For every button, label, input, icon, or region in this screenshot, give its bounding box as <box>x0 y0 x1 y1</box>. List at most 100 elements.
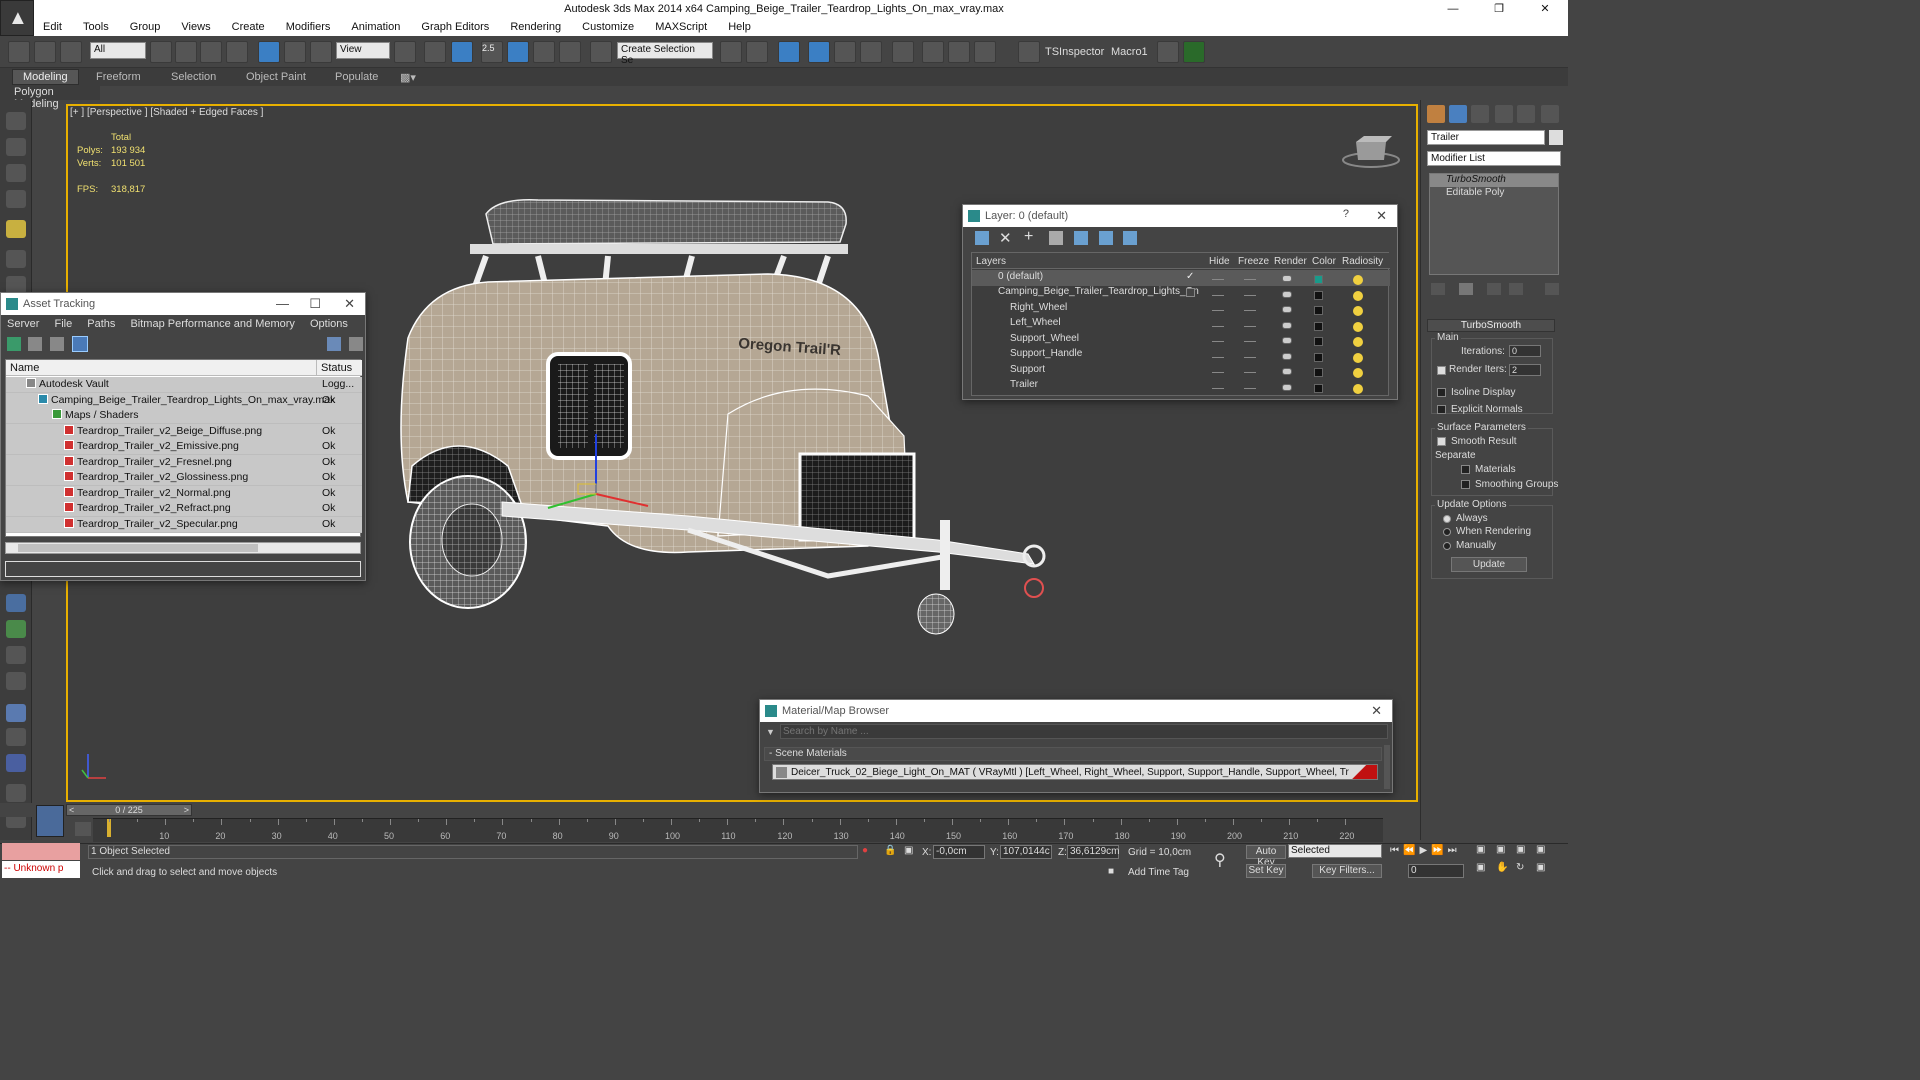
select-object-icon[interactable] <box>150 41 172 63</box>
zoom-extents-all-icon[interactable]: ▣ <box>1536 844 1545 855</box>
hierarchy-tab-icon[interactable] <box>1471 105 1489 123</box>
material-scrollbar[interactable] <box>1384 745 1390 789</box>
pan-icon[interactable]: ✋ <box>1496 862 1508 873</box>
material-browser-titlebar[interactable]: Material/Map Browser ✕ <box>760 700 1392 722</box>
asset-menu-paths[interactable]: Paths <box>81 315 121 330</box>
hide-toggle[interactable] <box>1212 325 1224 327</box>
minimize-icon[interactable]: — <box>276 296 289 311</box>
asset-menu-options[interactable]: Options <box>304 315 354 330</box>
zoom-icon[interactable]: ▣ <box>1476 844 1485 855</box>
modifier-list-dropdown[interactable]: Modifier List <box>1427 151 1561 166</box>
column-status[interactable]: Status <box>316 360 362 376</box>
layer-color-swatch[interactable] <box>1314 321 1323 331</box>
smoothing-groups-checkbox[interactable] <box>1461 480 1470 489</box>
cameras-icon[interactable] <box>6 190 26 208</box>
layer-color-swatch[interactable] <box>1314 275 1323 284</box>
hide-toggle[interactable] <box>1212 279 1224 280</box>
table-row[interactable]: Camping_Beige_Trailer_Teardrop_Lights_On… <box>6 393 362 409</box>
hide-all-icon[interactable] <box>1099 231 1113 245</box>
reference-coordinate-dropdown[interactable]: View <box>336 42 390 59</box>
hide-toggle[interactable] <box>1212 372 1224 373</box>
polygon-modeling-panel[interactable]: Polygon Modeling <box>0 86 100 110</box>
pin-stack-icon[interactable] <box>1431 283 1445 295</box>
tsinspector-icon[interactable] <box>1018 41 1040 63</box>
slider-prev-icon[interactable]: < <box>69 805 74 815</box>
table-view-icon[interactable] <box>50 337 64 351</box>
hide-toggle[interactable] <box>1212 310 1224 311</box>
current-frame-field[interactable]: 0 <box>1408 864 1464 878</box>
keyboard-shortcut-icon[interactable] <box>451 41 473 63</box>
material-item[interactable]: Deicer_Truck_02_Biege_Light_On_MAT ( VRa… <box>772 764 1378 780</box>
object-name-field[interactable]: Trailer <box>1427 130 1545 145</box>
manipulate-icon[interactable] <box>424 41 446 63</box>
horizontal-scrollbar[interactable] <box>5 542 361 554</box>
ribbon-options-icon[interactable]: ▩▾ <box>400 71 416 84</box>
shapes-icon[interactable] <box>6 138 26 156</box>
render-teapot-icon[interactable] <box>1282 352 1292 360</box>
close-icon[interactable]: ✕ <box>344 296 355 312</box>
table-row[interactable]: Teardrop_Trailer_v2_Refract.png Ok <box>6 501 362 517</box>
z-coordinate-field[interactable]: 36,6129cm <box>1067 845 1119 859</box>
tools-icon[interactable] <box>6 728 26 746</box>
menu-edit[interactable]: Edit <box>34 19 71 35</box>
create-layer-icon[interactable] <box>975 231 989 245</box>
menu-help[interactable]: Help <box>719 19 760 35</box>
settings-icon[interactable] <box>349 337 363 351</box>
modify-tab-icon[interactable] <box>1449 105 1467 123</box>
asset-tracking-titlebar[interactable]: Asset Tracking — ☐ ✕ <box>1 293 365 315</box>
viewport-label[interactable]: [+ ] [Perspective ] [Shaded + Edged Face… <box>70 107 263 118</box>
stack-item-turbosmooth[interactable]: TurboSmooth <box>1430 174 1558 187</box>
next-frame-icon[interactable]: ⏩ <box>1431 845 1443 859</box>
grid-view-icon[interactable] <box>72 336 88 352</box>
maxscript-listener[interactable] <box>2 843 80 860</box>
table-row[interactable]: Teardrop_Trailer_v2_Glossiness.png Ok <box>6 470 362 486</box>
delete-layer-icon[interactable]: ✕ <box>999 229 1012 247</box>
table-row[interactable]: Autodesk Vault Logg... <box>6 377 362 393</box>
key-icon[interactable]: ⚲ <box>1214 850 1226 870</box>
isoline-checkbox[interactable] <box>1437 388 1446 397</box>
tab-modeling[interactable]: Modeling <box>12 69 79 85</box>
table-row[interactable]: Teardrop_Trailer_v2_Normal.png Ok <box>6 486 362 502</box>
previous-frame-icon[interactable]: ⏪ <box>1403 845 1415 859</box>
render-teapot-icon[interactable] <box>1282 337 1292 344</box>
teapot-icon[interactable] <box>6 112 26 130</box>
gear-icon[interactable] <box>6 594 26 612</box>
select-scale-icon[interactable] <box>310 41 332 63</box>
tsinspector-label[interactable]: TSInspector <box>1045 46 1104 58</box>
spacewarps-icon[interactable] <box>6 250 26 268</box>
hide-toggle[interactable] <box>1212 387 1224 389</box>
add-time-tag[interactable]: Add Time Tag <box>1128 867 1189 878</box>
render-teapot-icon[interactable] <box>1282 275 1292 282</box>
menu-graph-editors[interactable]: Graph Editors <box>412 19 498 35</box>
hide-toggle[interactable] <box>1212 294 1224 296</box>
column-hide[interactable]: Hide <box>1209 256 1230 267</box>
named-selection-dropdown[interactable]: Create Selection Se <box>617 42 713 66</box>
layer-manager-titlebar[interactable]: Layer: 0 (default) ? ✕ <box>963 205 1397 227</box>
tab-selection[interactable]: Selection <box>171 71 216 83</box>
go-to-start-icon[interactable]: ⏮ <box>1390 845 1399 859</box>
render-iters-checkbox[interactable] <box>1437 366 1446 375</box>
display-tab-icon[interactable] <box>1517 105 1535 123</box>
radiosity-light-icon[interactable] <box>1353 306 1363 316</box>
plant-icon[interactable] <box>6 620 26 638</box>
window-crossing-icon[interactable] <box>226 41 248 63</box>
layer-row[interactable]: Support <box>972 363 1390 379</box>
help-button[interactable]: ? <box>1343 208 1349 220</box>
select-in-layer-icon[interactable] <box>1049 231 1063 245</box>
sphere-icon[interactable] <box>6 704 26 722</box>
layer-row[interactable]: Left_Wheel <box>972 316 1390 332</box>
object-color-swatch[interactable] <box>1549 130 1563 145</box>
render-setup-icon[interactable] <box>948 41 970 63</box>
asset-menu-server[interactable]: Server <box>1 315 45 330</box>
tab-freeform[interactable]: Freeform <box>96 71 141 83</box>
layer-manager-icon[interactable] <box>808 41 830 63</box>
highlight-layer-icon[interactable] <box>1074 231 1088 245</box>
freeze-toggle[interactable] <box>1244 356 1256 358</box>
slider-next-icon[interactable]: > <box>184 805 189 815</box>
field-of-view-icon[interactable]: ▣ <box>1476 862 1485 873</box>
zoom-all-icon[interactable]: ▣ <box>1496 844 1505 855</box>
angle-snap-icon[interactable] <box>507 41 529 63</box>
remove-modifier-icon[interactable] <box>1509 283 1523 295</box>
layer-color-swatch[interactable] <box>1314 337 1323 346</box>
spinner-snap-icon[interactable] <box>559 41 581 63</box>
